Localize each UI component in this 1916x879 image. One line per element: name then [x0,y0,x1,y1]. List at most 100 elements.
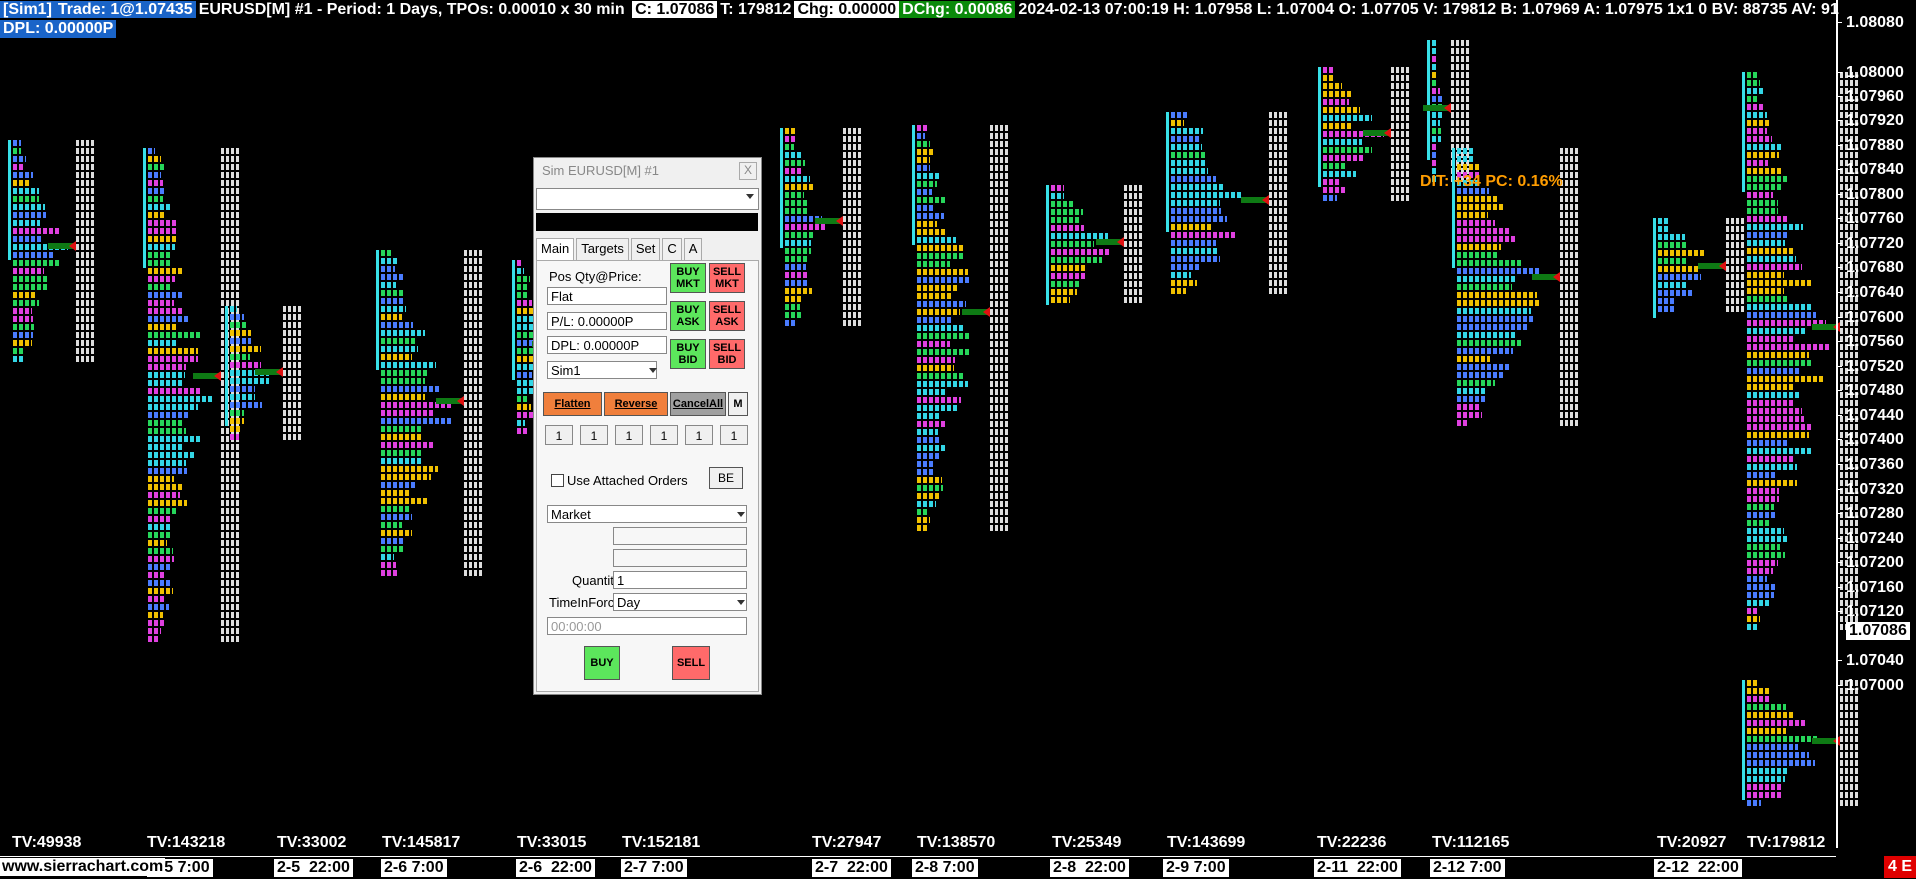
quantity-preset-button[interactable]: 1 [720,425,748,445]
reverse-button[interactable]: Reverse [604,392,668,416]
volume-value [1560,316,1578,322]
tif-select[interactable]: Day [613,593,747,611]
tab-a[interactable]: A [683,238,703,260]
tpo-row [1051,273,1085,279]
volume-value [1560,388,1578,394]
volume-value [1124,233,1142,239]
price-label: 1.07760 [1846,210,1904,227]
volume-value [76,148,94,154]
volume-value [990,389,1008,395]
be-button[interactable]: BE [709,467,743,489]
volume-value [990,405,1008,411]
attached-orders-checkbox[interactable] [551,474,564,487]
tpo-row [1323,195,1337,201]
tab-targets[interactable]: Targets [576,238,629,260]
tpo-row [785,160,805,166]
cancel-all-button[interactable]: CancelAll [670,392,726,416]
trade-window-title[interactable]: Sim EURUSD[M] #1 [534,158,761,184]
tpo-row [230,362,261,368]
tpo-row [917,309,960,315]
volume-value [221,628,239,634]
tpo-row [13,316,33,322]
tpo-row [1457,260,1523,266]
volume-value [1124,209,1142,215]
tab-set[interactable]: Set [630,238,661,260]
tpo-row [1747,704,1786,710]
volume-value [221,532,239,538]
tpo-row [1457,148,1475,154]
tpo-row [381,466,438,472]
account-select[interactable]: Sim1 [547,361,657,379]
tpo-row [230,434,239,440]
buy-market-button[interactable]: BUY MKT [670,263,706,293]
quantity-preset-button[interactable]: 1 [650,425,678,445]
tpo-row [917,469,933,475]
tpo-row [1747,528,1784,534]
sell-button[interactable]: SELL [672,646,710,680]
flatten-button[interactable]: Flatten [543,392,602,416]
tpo-row [230,394,255,400]
trade-window[interactable]: Sim EURUSD[M] #1 X Main Targets Set C A … [533,157,762,695]
tpo-row [1457,196,1499,202]
price-tick [1836,685,1842,686]
quantity-preset-button[interactable]: 1 [685,425,713,445]
close-button[interactable]: X [739,162,757,180]
tpo-row [1051,257,1102,263]
price-field-1[interactable] [613,527,747,545]
time-axis[interactable]: 2-5 7:00 2-5 22:00 2-6 7:00 2-6 22:00 2-7 7:… [0,856,1836,879]
price-tick [1836,366,1842,367]
tpo-row [917,277,969,283]
current-period-bar [1653,218,1656,318]
price-tick [1836,415,1842,416]
volume-value [76,164,94,170]
volume-value [221,460,239,466]
quantity-preset-button[interactable]: 1 [580,425,608,445]
tpo-row [148,300,174,306]
quantity-field[interactable]: 1 [613,571,747,589]
symbol-select[interactable] [536,188,759,210]
tab-main[interactable]: Main [536,238,575,260]
volume-value [283,338,301,344]
quantity-preset-button[interactable]: 1 [615,425,643,445]
error-badge[interactable]: 4 E [1883,856,1916,878]
volume-value [1124,289,1142,295]
sell-ask-button[interactable]: SELL ASK [709,301,745,331]
tpo-row [148,164,165,170]
sell-bid-button[interactable]: SELL BID [709,339,745,369]
m-button[interactable]: M [728,392,748,416]
volume-value [1269,248,1287,254]
tpo-row [148,412,190,418]
tab-c[interactable]: C [662,238,682,260]
sell-market-button[interactable]: SELL MKT [709,263,745,293]
volume-value [990,397,1008,403]
tv-label: TV:25349 [1052,834,1122,851]
time-field[interactable]: 00:00:00 [547,617,747,635]
bar-stats: 2024-02-13 07:00:19 H: 1.07958 L: 1.0700… [1018,1,1839,18]
buy-button[interactable]: BUY [584,646,620,680]
tpo-row [148,532,171,538]
tpo-row [785,192,804,198]
current-period-bar [143,148,146,268]
tpo-chart-area[interactable] [0,40,1858,830]
chevron-down-icon [737,600,745,605]
price-field-2[interactable] [613,549,747,567]
tpo-row [785,312,801,318]
tpo-row [1171,232,1237,238]
price-tick [1836,22,1842,23]
buy-ask-button[interactable]: BUY ASK [670,301,706,331]
tpo-row [148,228,178,234]
price-axis[interactable]: 1.08080 1.08000 1.07960 1.07920 1.07880 1.078… [1836,0,1916,848]
order-type-select[interactable]: Market [547,505,747,523]
volume-value [1451,40,1469,46]
tpo-row [1323,163,1346,169]
volume-value [283,330,301,336]
tpo-row [1171,272,1191,278]
tpo-row [1747,208,1778,214]
quantity-preset-button[interactable]: 1 [545,425,573,445]
tpo-row [1323,107,1360,113]
brand-label[interactable]: www.sierrachart.com [0,858,166,876]
buy-bid-button[interactable]: BUY BID [670,339,706,369]
volume-value [990,229,1008,235]
volume-value [221,492,239,498]
volume-value [1451,128,1469,134]
